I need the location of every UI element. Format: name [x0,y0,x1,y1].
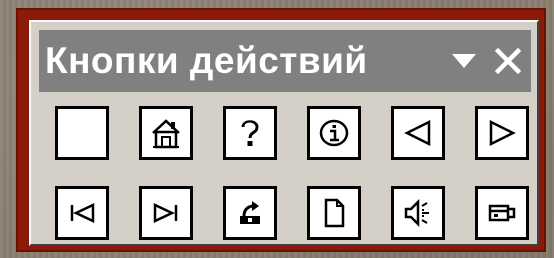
movie-camera-icon [488,204,516,222]
speaker-sound-icon [404,198,429,228]
beginning-action-button[interactable] [55,186,109,240]
help-action-button[interactable] [223,106,277,160]
close-icon[interactable] [495,48,521,74]
home-action-button[interactable] [139,106,193,160]
action-buttons-grid [55,106,529,240]
skip-to-end-icon [153,203,178,223]
question-mark-icon [241,120,259,146]
information-action-button[interactable] [307,106,361,160]
movie-action-button[interactable] [475,186,529,240]
home-icon [152,119,180,149]
sound-action-button[interactable] [391,186,445,240]
document-action-button[interactable] [307,186,361,240]
triangle-right-icon [489,119,516,147]
toolbar-title: Кнопки действий [45,40,368,81]
dropdown-arrow-icon[interactable] [451,52,477,70]
back-previous-action-button[interactable] [391,106,445,160]
document-icon [324,198,345,228]
forward-next-action-button[interactable] [475,106,529,160]
end-action-button[interactable] [139,186,193,240]
triangle-left-icon [404,119,431,147]
toolbar-titlebar[interactable]: Кнопки действий [39,30,531,92]
information-icon [319,119,349,147]
return-action-button[interactable] [223,186,277,240]
custom-action-button[interactable] [55,106,109,160]
action-buttons-toolbar: Кнопки действий [29,20,539,246]
return-arrow-icon [240,201,260,224]
skip-to-start-icon [70,203,95,223]
